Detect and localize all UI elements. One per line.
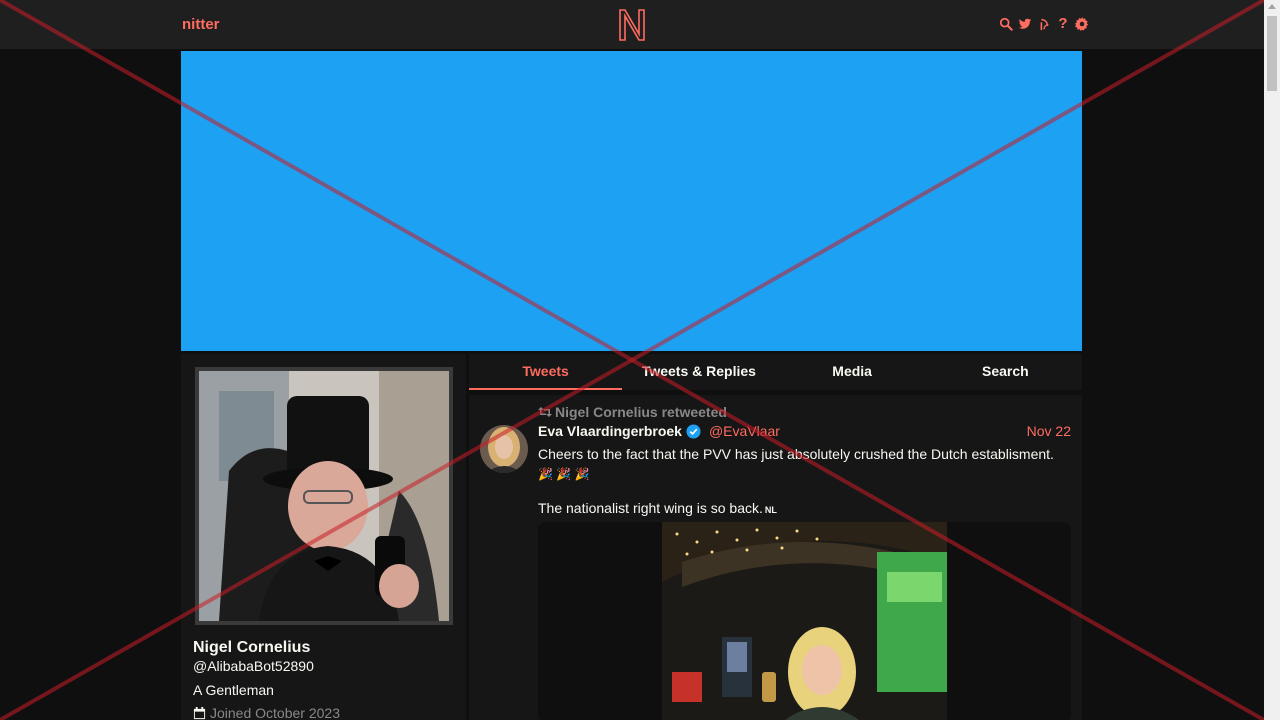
page-scrollbar[interactable] [1264, 0, 1280, 720]
nitter-logo-icon[interactable] [617, 8, 647, 42]
retweet-label[interactable]: Nigel Cornelius retweeted [555, 404, 727, 420]
nav-icons: ? [998, 16, 1090, 32]
timeline: Nigel Cornelius retweeted Eva Vlaardinge… [469, 395, 1082, 720]
scroll-up-arrow-icon[interactable] [1268, 4, 1276, 9]
tweet-avatar-photo [480, 425, 528, 473]
tweet-date[interactable]: Nov 22 [1027, 423, 1071, 439]
navbar: nitter ? [0, 0, 1264, 50]
retweet-icon [538, 407, 552, 417]
search-icon[interactable] [998, 16, 1014, 32]
profile-card: Nigel Cornelius @AlibabaBot52890 A Gentl… [181, 354, 466, 720]
profile-username[interactable]: @AlibabaBot52890 [193, 658, 314, 674]
twitter-icon[interactable] [1017, 16, 1033, 32]
tweet-avatar[interactable] [480, 425, 528, 473]
flag-nl-label: NL [764, 505, 777, 515]
tab-search[interactable]: Search [929, 354, 1082, 390]
tweet-image[interactable] [662, 522, 947, 720]
tweet-text: Cheers to the fact that the PVV has just… [538, 445, 1068, 484]
gear-icon[interactable] [1074, 16, 1090, 32]
tweet-attachment[interactable] [538, 522, 1071, 720]
rss-icon[interactable] [1036, 16, 1052, 32]
tweet-text-second: The nationalist right wing is so back. NL [538, 500, 777, 516]
tweet-text-line: Cheers to the fact that the PVV has just… [538, 446, 1054, 462]
tweet-fullname[interactable]: Eva Vlaardingerbroek [538, 423, 682, 439]
retweet-header: Nigel Cornelius retweeted [538, 404, 727, 420]
scroll-thumb[interactable] [1267, 16, 1277, 91]
tweet-username[interactable]: @EvaVlaar [709, 423, 780, 439]
profile-joined: Joined October 2023 [193, 705, 340, 720]
tweet-text2: The nationalist right wing is so back. [538, 500, 763, 516]
timeline-tabs: Tweets Tweets & Replies Media Search [469, 354, 1082, 390]
profile-fullname[interactable]: Nigel Cornelius [193, 639, 310, 657]
profile-bio: A Gentleman [193, 682, 274, 698]
profile-avatar[interactable] [195, 367, 453, 625]
tab-tweets[interactable]: Tweets [469, 354, 623, 390]
party-popper-icon: 🎉 🎉 🎉 [538, 467, 590, 481]
help-icon[interactable]: ? [1055, 16, 1071, 32]
calendar-icon [193, 706, 206, 719]
joined-text: Joined October 2023 [210, 705, 340, 720]
tab-tweets-replies[interactable]: Tweets & Replies [622, 354, 775, 390]
profile-banner[interactable] [181, 51, 1082, 351]
avatar-photo [199, 371, 449, 621]
tab-media[interactable]: Media [776, 354, 929, 390]
tweet-header: Eva Vlaardingerbroek @EvaVlaar [538, 423, 780, 439]
verified-badge-icon [686, 423, 701, 439]
brand-link[interactable]: nitter [182, 16, 220, 33]
